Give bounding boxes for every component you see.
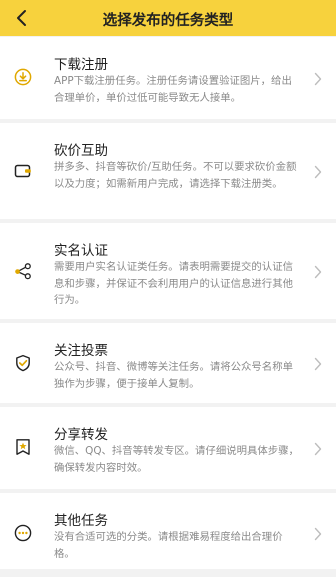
task-type-description: 没有合适可选的分类。请根据难易程度给出合理价格。 [54,531,283,560]
header-bar: 选择发布的任务类型 [0,0,336,36]
download-icon [14,68,32,86]
chevron-right-icon [314,164,322,179]
task-type-description: APP下载注册任务。注册任务请设置验证图片，给出合理单价，单价过低可能导致无人接… [54,75,292,104]
task-type-title: 分享转发 [54,427,108,443]
task-type-description: 公众号、抖音、微博等关注任务。请将公众号名称单独作为步骤，便于接单人复制。 [54,361,293,390]
task-type-description: 微信、QQ、抖音等转发专区。请仔细说明具体步骤，确保转发内容时效。 [54,445,299,474]
task-type-title: 实名认证 [54,243,108,259]
task-type-title: 砍价互助 [54,143,108,159]
star-doc-icon [14,438,32,456]
task-type-other[interactable]: 其他任务 没有合适可选的分类。请根据难易程度给出合理价格。 [0,493,336,569]
shield-check-icon [14,354,32,372]
task-type-share-forward[interactable]: 分享转发 微信、QQ、抖音等转发专区。请仔细说明具体步骤，确保转发内容时效。 [0,407,336,489]
chevron-right-icon [314,526,322,541]
chevron-right-icon [314,71,322,86]
chevron-right-icon [314,356,322,371]
task-type-description: 拼多多、抖音等砍价/互助任务。不可以要求砍价金额以及力度；如需新用户完成，请选择… [54,161,297,190]
task-type-title: 下载注册 [54,57,108,73]
more-circle-icon [14,524,32,542]
page-title: 选择发布的任务类型 [102,13,234,29]
task-type-description: 需要用户实名认证类任务。请表明需要提交的认证信息和步骤，并保证不会利用用户的认证… [54,261,293,306]
task-type-title: 关注投票 [54,343,108,359]
chevron-right-icon [314,441,322,456]
task-type-real-name-auth[interactable]: 实名认证 需要用户实名认证类任务。请表明需要提交的认证信息和步骤，并保证不会利用… [0,223,336,319]
task-type-title: 其他任务 [54,513,108,529]
chevron-right-icon [314,264,322,279]
task-type-download-register[interactable]: 下载注册 APP下载注册任务。注册任务请设置验证图片，给出合理单价，单价过低可能… [0,37,336,119]
task-type-follow-vote[interactable]: 关注投票 公众号、抖音、微博等关注任务。请将公众号名称单独作为步骤，便于接单人复… [0,323,336,403]
task-type-bargain-help[interactable]: 砍价互助 拼多多、抖音等砍价/互助任务。不可以要求砍价金额以及力度；如需新用户完… [0,123,336,219]
wallet-icon [14,162,32,180]
share-nodes-icon [14,262,32,280]
